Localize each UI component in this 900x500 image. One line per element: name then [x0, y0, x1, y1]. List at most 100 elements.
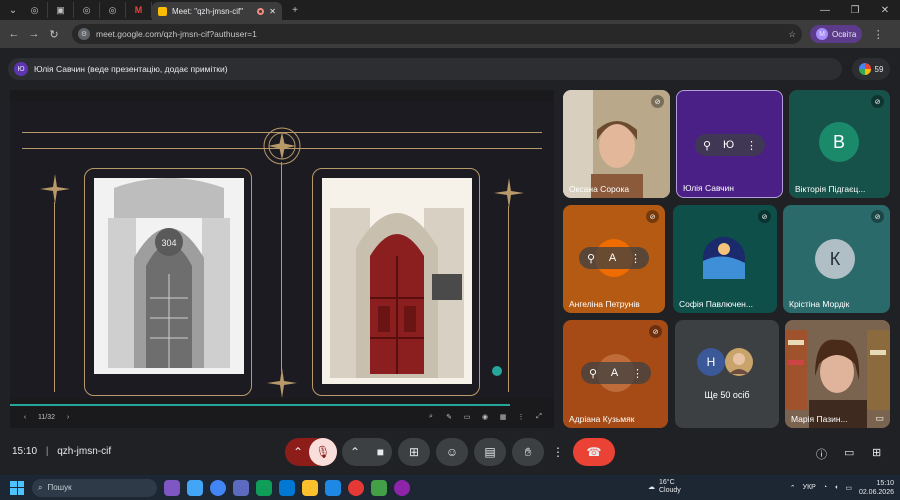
taskbar-search[interactable]: ⌕ Пошук — [32, 478, 157, 497]
audio-icon[interactable]: ◉ — [480, 413, 490, 421]
fullscreen-icon[interactable]: ⤢ — [534, 413, 544, 421]
site-info-icon[interactable]: ⚙ — [78, 28, 90, 40]
more-icon[interactable]: ⋮ — [632, 367, 643, 380]
tile-actions[interactable]: ⚲ А ⋮ — [579, 247, 649, 269]
store-app-icon[interactable] — [279, 479, 295, 496]
camera-icon[interactable]: ■ — [377, 445, 384, 459]
activities-icon[interactable]: ⊞ — [872, 446, 881, 459]
explorer-app-icon[interactable] — [302, 479, 318, 496]
profile-label: Освіта — [832, 29, 857, 39]
more-participants-tile[interactable]: Н Ще 50 осіб — [675, 320, 779, 428]
participant-tile-adriana[interactable]: ⚲ А ⋮ ⊘ Адріана Кузьмяк — [563, 320, 668, 428]
camera-control[interactable]: ⌃ ■ — [342, 438, 392, 466]
windows-start-icon[interactable] — [10, 480, 24, 495]
volume-icon[interactable]: ◖ — [834, 484, 838, 491]
tab-1[interactable]: ◎ — [22, 2, 48, 18]
browser-tab-strip: ⌄ ◎ ▣ ◎ ◎ M Meet: "qzh-jmsn-cif" ✕ + — ❐… — [0, 0, 900, 20]
tab-4[interactable]: ◎ — [100, 2, 126, 18]
weather-text: Cloudy — [659, 487, 681, 494]
chevron-up-icon[interactable]: ⌃ — [790, 484, 796, 492]
tab-gmail[interactable]: M — [126, 2, 152, 18]
more-icon[interactable]: ⋮ — [516, 413, 526, 421]
participant-count: 59 — [874, 64, 884, 74]
info-icon[interactable]: ⓘ — [816, 446, 827, 462]
forward-icon[interactable]: → — [24, 28, 44, 40]
captions-icon[interactable]: ▭ — [462, 413, 472, 421]
recording-icon — [257, 7, 265, 15]
minimize-icon[interactable]: — — [810, 0, 840, 20]
participant-tile-anhelina[interactable]: ⚲ А ⋮ ⊘ Ангеліна Петрунів — [563, 205, 665, 313]
word-app-icon[interactable] — [371, 479, 387, 496]
pin-icon[interactable]: ⚲ — [703, 139, 711, 152]
avatar: К — [815, 239, 855, 279]
edge-app-icon[interactable] — [256, 479, 272, 496]
mic-off-icon: 🎙︎ — [315, 445, 331, 459]
widgets-app-icon[interactable] — [164, 479, 180, 496]
wifi-icon[interactable]: ◔ — [823, 484, 827, 491]
tab-2[interactable]: ▣ — [48, 2, 74, 18]
mic-toggle-button[interactable]: 🎙︎ — [309, 438, 337, 466]
pin-icon[interactable]: ⚲ — [587, 252, 595, 265]
more-icon[interactable]: ⋮ — [630, 252, 641, 265]
reactions-button[interactable]: ☺ — [436, 438, 468, 466]
tab-meet-active[interactable]: Meet: "qzh-jmsn-cif" ✕ — [152, 2, 282, 20]
battery-icon[interactable]: ▭ — [845, 484, 852, 492]
bookmark-star-icon[interactable]: ☆ — [788, 29, 796, 40]
viber-app-icon[interactable] — [394, 479, 410, 496]
avatar: M — [816, 28, 828, 40]
zoom-icon[interactable]: ⌕ — [426, 413, 436, 421]
outlook-app-icon[interactable] — [325, 479, 341, 496]
profile-button[interactable]: M Освіта — [810, 25, 863, 43]
chevron-up-icon[interactable]: ⌃ — [293, 445, 303, 459]
divider — [508, 206, 509, 392]
pen-icon[interactable]: ✎ — [444, 413, 454, 421]
teams-app-icon[interactable] — [233, 479, 249, 496]
present-button[interactable]: ⊞ — [398, 438, 430, 466]
close-tab-icon[interactable]: ✕ — [269, 7, 276, 16]
captions-button[interactable]: ▤ — [474, 438, 506, 466]
weather-widget[interactable]: ☁ 16°C Cloudy — [648, 479, 681, 495]
chat-icon[interactable]: ▭ — [844, 446, 854, 459]
prev-slide-icon[interactable]: ‹ — [20, 414, 30, 421]
next-slide-icon[interactable]: › — [63, 414, 73, 421]
mic-off-icon: ⊘ — [646, 210, 659, 223]
chevron-up-icon[interactable]: ⌃ — [350, 445, 360, 459]
participant-name: Вікторія Підгаєц... — [795, 184, 866, 194]
pin-icon[interactable]: ⚲ — [589, 367, 597, 380]
participant-tile-kristina[interactable]: К ⊘ Крістіна Мордік — [783, 205, 890, 313]
chrome-app-icon[interactable] — [210, 479, 226, 496]
participant-tile-mariia[interactable]: Марія Пазин... ▭ — [785, 320, 890, 428]
tile-actions[interactable]: ⚲ Ю ⋮ — [695, 134, 765, 156]
more-options-button[interactable]: ⋮ — [550, 438, 566, 466]
raise-hand-button[interactable]: ✋︎ — [512, 438, 544, 466]
layout-icon[interactable]: ▦ — [498, 413, 508, 421]
copilot-app-icon[interactable] — [187, 479, 203, 496]
participant-tile-oksana[interactable]: ⊘ Оксана Сорока — [563, 90, 670, 198]
tab-title: Meet: "qzh-jmsn-cif" — [172, 6, 244, 16]
browser-toolbar: ← → ↻ ⚙ meet.google.com/qzh-jmsn-cif?aut… — [0, 20, 900, 48]
search-icon: ⌕ — [38, 482, 43, 492]
address-bar[interactable]: ⚙ meet.google.com/qzh-jmsn-cif?authuser=… — [72, 24, 802, 44]
language-indicator[interactable]: УКР — [803, 484, 816, 491]
participant-tile-yulia[interactable]: ⚲ Ю ⋮ Юлія Савчин — [676, 90, 783, 198]
new-tab-button[interactable]: + — [286, 2, 304, 18]
tab-search-icon[interactable]: ⌄ — [4, 2, 22, 18]
taskbar-clock[interactable]: 15:10 02.06.2026 — [859, 479, 894, 497]
tile-actions[interactable]: ⚲ А ⋮ — [581, 362, 651, 384]
participant-tile-viktoriia[interactable]: В ⊘ Вікторія Підгаєц... — [789, 90, 890, 198]
back-icon[interactable]: ← — [4, 28, 24, 40]
windows-taskbar: ⌕ Пошук ☁ 16°C Cloudy ⌃ УКР ◔ ◖ ▭ 15:10 … — [0, 475, 900, 500]
participants-button[interactable]: 59 — [852, 58, 890, 80]
leave-call-button[interactable]: ☎︎ — [573, 438, 615, 466]
reload-icon[interactable]: ↻ — [44, 28, 64, 41]
restore-icon[interactable]: ❐ — [840, 0, 870, 20]
participant-name: Софія Павлючен... — [679, 299, 753, 309]
sketch-image: 304 — [94, 178, 244, 374]
more-icon[interactable]: ⋮ — [746, 139, 757, 152]
menu-icon[interactable]: ⋮ — [868, 28, 888, 41]
close-window-icon[interactable]: ✕ — [870, 0, 900, 20]
chrome-profile-app-icon[interactable] — [348, 479, 364, 496]
meeting-code: qzh-jmsn-cif — [57, 446, 112, 457]
tab-3[interactable]: ◎ — [74, 2, 100, 18]
participant-tile-sofiia[interactable]: ⊘ Софія Павлючен... — [673, 205, 777, 313]
